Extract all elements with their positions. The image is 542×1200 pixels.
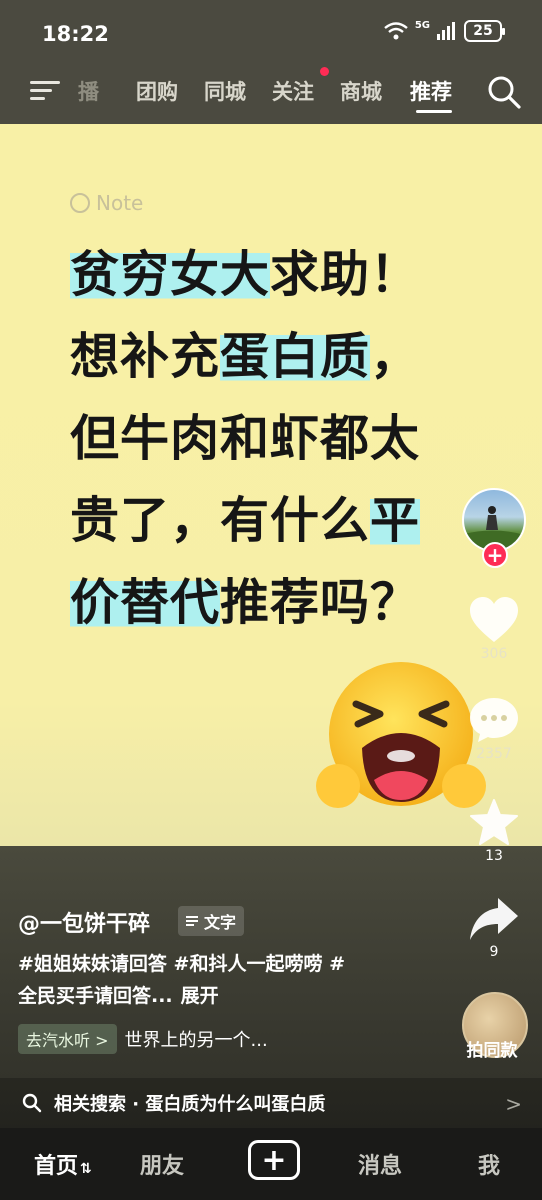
like-count: 306 [480,646,508,662]
plus-icon: + [261,1142,287,1178]
share-count: 9 [489,944,499,960]
headline-segment: 想补充 [70,328,221,385]
follow-plus-button[interactable]: + [482,542,508,568]
bottom-tab-bar: 首页 ⇅ 朋友 + 消息 我 [0,1128,542,1200]
description-line: #姐姐妹妹请回答 #和抖人一起唠唠 # [18,953,345,975]
description-line-2: 全民买手请回答... 展开 [18,980,418,1012]
headline-segment: 贵了，有什么 [70,492,371,549]
tab-live[interactable]: 播 [78,76,99,106]
favorite-button[interactable]: 13 [462,798,526,864]
related-search-text: 相关搜索 · 蛋白质为什么叫蛋白质 [54,1094,326,1115]
same-style-label[interactable]: 拍同款 [452,1036,532,1061]
expand-link[interactable]: 展开 [181,985,219,1007]
text-type-tag[interactable]: 文字 [178,906,245,936]
notification-dot [320,67,329,76]
headline-segment: 贫穷女大 [70,246,271,303]
author-name[interactable]: @一包饼干碎 [18,906,150,938]
note-circle-icon [70,193,90,213]
tab-group-buy[interactable]: 团购 [136,76,178,106]
post-description: #姐姐妹妹请回答 #和抖人一起唠唠 # 全民买手请回答... 展开 [18,948,418,1012]
text-lines-icon [186,914,198,928]
note-label: Note [96,191,144,215]
open-in-qishui-button[interactable]: 去汽水听 > [18,1024,117,1054]
action-rail: + 306 2357 13 9 拍同款 [442,0,542,1128]
headline-segment: 但牛肉和虾都太 [70,410,421,467]
text-tag-label: 文字 [204,913,237,932]
share-button[interactable]: 9 [462,896,526,960]
music-title[interactable]: 世界上的另一个... [125,1026,268,1052]
headline-segment: 平 [370,492,421,549]
create-post-button[interactable]: + [248,1140,300,1180]
comment-count: 2357 [476,746,512,762]
like-button[interactable]: 306 [462,596,526,662]
tab-mall[interactable]: 商城 [340,76,382,106]
note-watermark: Note [70,191,143,215]
comment-button[interactable]: 2357 [462,696,526,762]
tab-local[interactable]: 同城 [204,76,246,106]
headline-segment: 蛋白质 [220,328,371,385]
headline-segment: 价替代 [70,574,221,631]
swap-icon: ⇅ [80,1161,92,1177]
headline-segment: ， [370,328,421,385]
post-headline: 贫穷女大求助！ 想补充蛋白质， 但牛肉和虾都太 贵了，有什么平 价替代推荐吗？ [70,234,490,644]
headline-segment: 求助！ [270,246,421,303]
tab-home-label: 首页 [34,1154,79,1179]
network-label: 5G [414,19,430,31]
star-icon [470,799,518,845]
tab-friends[interactable]: 朋友 [140,1148,184,1180]
tab-messages[interactable]: 消息 [358,1148,402,1180]
tab-following[interactable]: 关注 [272,76,314,106]
headline-segment: 推荐吗？ [220,574,421,631]
search-icon [22,1093,42,1113]
tab-home[interactable]: 首页 ⇅ [34,1148,92,1180]
app-root: 18:22 5G 25 播 团购 同城 关注 商城 推荐 Note 贫穷女大求助… [0,0,542,1200]
music-row: 去汽水听 > 世界上的另一个... [18,1024,268,1054]
status-time: 18:22 [42,22,109,46]
comment-icon [470,698,518,742]
tab-me[interactable]: 我 [478,1148,500,1180]
favorite-count: 13 [485,848,503,864]
share-arrow-icon [470,898,518,940]
wifi-icon [384,22,408,40]
menu-icon[interactable] [30,78,60,102]
heart-icon [470,597,518,642]
description-text: 全民买手请回答... [18,985,173,1007]
